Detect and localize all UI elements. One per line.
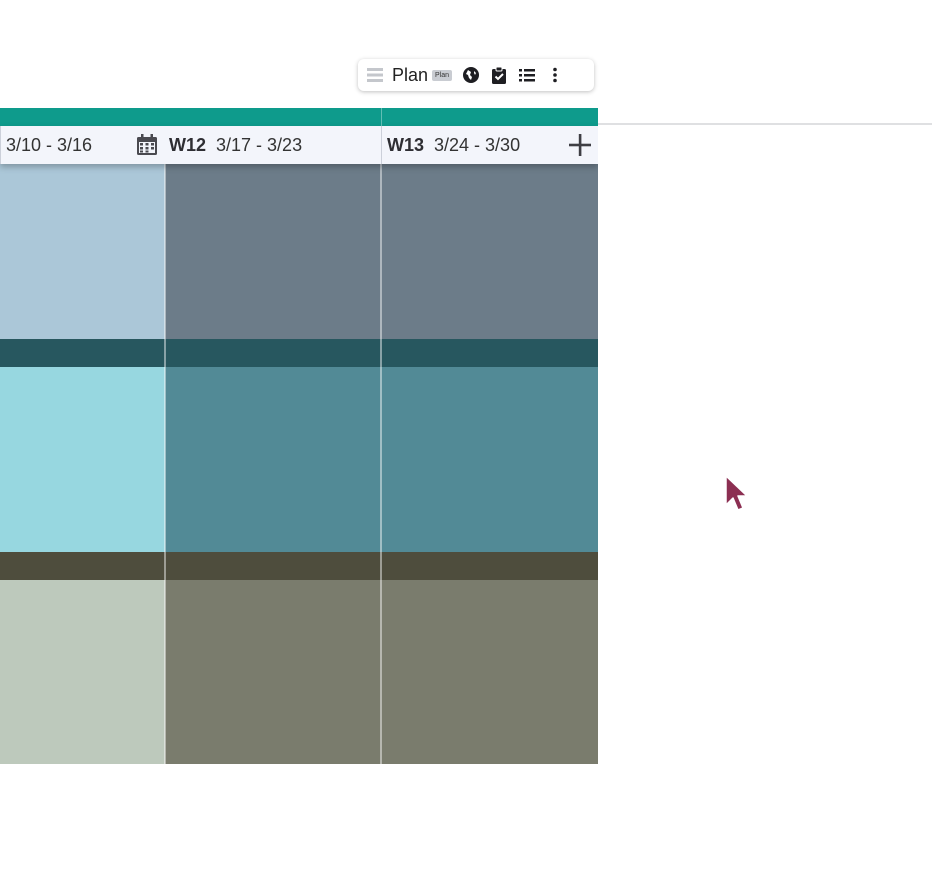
timeline-bar <box>0 108 598 126</box>
column-divider <box>380 164 382 764</box>
board-view-icon[interactable] <box>364 64 386 86</box>
week-range: 3/17 - 3/23 <box>216 134 303 155</box>
week-column-header[interactable]: 3/10 - 3/16 <box>6 126 92 164</box>
mouse-cursor-icon <box>724 475 750 515</box>
plus-icon <box>569 134 591 156</box>
planner-canvas: Plan Plan 3/10 - 3/16 W12 3/17 - 3/23 W1… <box>0 0 932 888</box>
plan-cell[interactable] <box>381 164 598 339</box>
plan-cell[interactable] <box>0 164 165 339</box>
week-column-header[interactable]: W13 3/24 - 3/30 <box>387 126 520 164</box>
plan-cell[interactable] <box>165 164 381 339</box>
week-board: 3/10 - 3/16 W12 3/17 - 3/23 W13 3/24 - 3… <box>0 108 598 764</box>
week-label: W12 <box>169 134 207 155</box>
add-week-button[interactable] <box>565 130 595 160</box>
plan-cell[interactable] <box>165 580 381 764</box>
calendar-icon[interactable] <box>135 133 159 157</box>
clipboard-check-icon[interactable] <box>488 64 510 86</box>
plan-cell[interactable] <box>0 367 165 552</box>
plan-cell[interactable] <box>165 367 381 552</box>
week-label: W13 <box>387 134 425 155</box>
toolbar-title: Plan <box>392 64 429 85</box>
plan-cell[interactable] <box>0 580 165 764</box>
week-range: 3/10 - 3/16 <box>6 134 93 155</box>
week-header: 3/10 - 3/16 W12 3/17 - 3/23 W13 3/24 - 3… <box>0 126 598 164</box>
row-strip <box>0 339 598 367</box>
week-column-header[interactable]: W12 3/17 - 3/23 <box>135 126 302 164</box>
week-range: 3/24 - 3/30 <box>434 134 521 155</box>
list-icon[interactable] <box>516 64 538 86</box>
column-divider <box>164 164 166 764</box>
header-divider <box>598 123 932 125</box>
plan-toolbar: Plan Plan <box>358 59 594 91</box>
more-vertical-icon[interactable] <box>544 64 566 86</box>
globe-icon[interactable] <box>460 64 482 86</box>
row-strip <box>0 552 598 580</box>
plan-cell[interactable] <box>381 367 598 552</box>
plan-cell[interactable] <box>381 580 598 764</box>
plan-badge: Plan <box>432 69 453 81</box>
